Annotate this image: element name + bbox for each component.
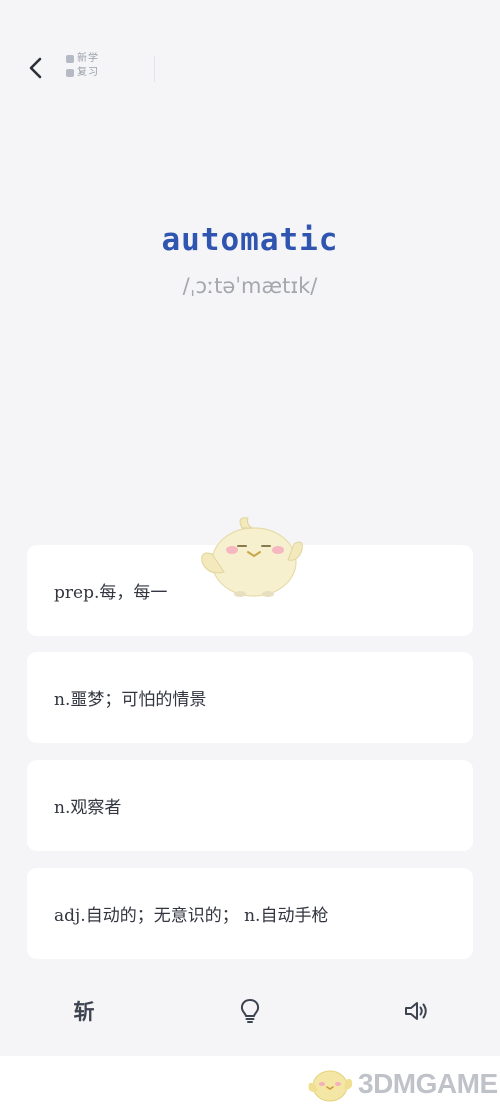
watermark: 3DMGAME [306,1062,498,1106]
watermark-bird-icon [308,1070,353,1102]
hint-button[interactable] [230,993,270,1029]
back-button[interactable] [20,52,52,84]
mascot-bird-icon [201,517,303,597]
progress-legend: 新学 复习 [66,52,99,80]
new-words-label: 新学 [77,53,99,64]
definition-text: prep.每，每一 [54,583,168,603]
header-divider [154,56,155,82]
word-phonetic: /ˌɔːtəˈmætɪk/ [182,274,318,298]
speaker-icon [405,1002,427,1020]
chevron-left-icon [29,57,42,79]
definition-option-3[interactable]: n.观察者 [27,760,473,851]
definition-text: n.噩梦；可怕的情景 [54,690,207,710]
review-words-dot [66,69,74,77]
word-quiz-screen: 新学 复习 automatic /ˌɔːtəˈmætɪk/ prep.每，每一 … [0,0,500,1115]
definition-text: adj.自动的；无意识的； n.自动手枪 [54,906,329,926]
definition-text: n.观察者 [54,798,122,818]
skip-label: 斩 [73,1000,95,1024]
watermark-text: 3DMGAME [358,1068,498,1099]
word-text: automatic [161,222,339,258]
lightbulb-icon [240,999,260,1023]
new-words-dot [66,55,74,63]
review-words-label: 复习 [77,67,99,78]
skip-button[interactable]: 斩 [64,993,104,1029]
definition-option-2[interactable]: n.噩梦；可怕的情景 [27,652,473,743]
audio-button[interactable] [396,993,436,1029]
definition-option-4[interactable]: adj.自动的；无意识的； n.自动手枪 [27,868,473,959]
